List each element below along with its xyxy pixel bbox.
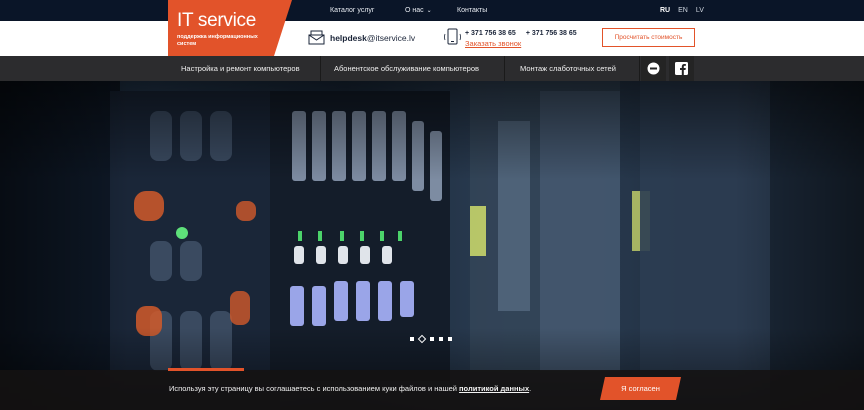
logo[interactable]: IT service поддержка информационных сист…: [168, 0, 292, 56]
topnav-catalog[interactable]: Каталог услуг: [330, 0, 374, 21]
topnav-contacts[interactable]: Контакты: [457, 0, 487, 21]
lang-ru[interactable]: RU: [660, 7, 670, 14]
topnav-about-label[interactable]: О нас: [405, 7, 424, 14]
cookie-message: Используя эту страницу вы соглашаетесь с…: [169, 384, 531, 393]
accept-cookies-label: Я согласен: [621, 384, 660, 393]
privacy-policy-link[interactable]: политикой данных: [459, 384, 529, 393]
top-bar: [0, 0, 864, 21]
email-contact[interactable]: helpdesk@itservice.lv: [308, 30, 415, 45]
calculate-cost-button[interactable]: Просчитать стоимость: [602, 28, 695, 47]
slider-dot-1[interactable]: [410, 337, 414, 341]
cookie-text: Используя эту страницу вы соглашаетесь с…: [169, 384, 460, 393]
lang-en[interactable]: EN: [678, 7, 688, 14]
lang-lv[interactable]: LV: [696, 7, 704, 14]
topnav-catalog-label[interactable]: Каталог услуг: [330, 7, 374, 14]
nav-divider: [639, 56, 640, 81]
nav-low-voltage-networks[interactable]: Монтаж слаботочных сетей: [520, 56, 616, 81]
facebook-icon: [675, 62, 688, 75]
header: [0, 21, 864, 56]
email-user: helpdesk: [330, 32, 367, 43]
logo-subtitle: поддержка информационных систем: [177, 34, 258, 47]
phone-icon: [444, 28, 461, 45]
topnav-contacts-label[interactable]: Контакты: [457, 7, 487, 14]
accept-cookies-button[interactable]: Я согласен: [600, 377, 681, 400]
logo-title: IT service: [177, 10, 257, 31]
hero-slider: [0, 81, 864, 410]
server-rack-image: [0, 81, 864, 410]
nav-divider: [320, 56, 321, 81]
slider-dot-3[interactable]: [430, 337, 434, 341]
topnav-about[interactable]: О нас ⌄: [405, 0, 432, 21]
mail-icon: [308, 30, 325, 45]
slider-dot-5[interactable]: [448, 337, 452, 341]
cookie-accent-bar: [168, 368, 244, 371]
nav-divider: [504, 56, 505, 81]
callback-link[interactable]: Заказать звонок: [465, 39, 521, 48]
nav-subscription-service[interactable]: Абонентское обслуживание компьютеров: [334, 56, 479, 81]
language-switcher: RU EN LV: [660, 0, 704, 21]
facebook-link[interactable]: [669, 56, 694, 81]
cookie-text-end: .: [529, 384, 532, 393]
chevron-down-icon: ⌄: [426, 8, 432, 14]
slider-pagination: [410, 334, 452, 344]
slider-dot-4[interactable]: [439, 337, 443, 341]
phone-number-1[interactable]: + 371 756 38 65: [465, 30, 516, 37]
nav-computer-repair[interactable]: Настройка и ремонт компьютеров: [181, 56, 300, 81]
social-link[interactable]: [641, 56, 666, 81]
chat-bubble-icon: [647, 62, 660, 75]
email-domain: @itservice.lv: [366, 32, 416, 43]
slider-dot-2-active[interactable]: [417, 334, 427, 344]
phone-number-2[interactable]: + 371 756 38 65: [526, 30, 577, 37]
